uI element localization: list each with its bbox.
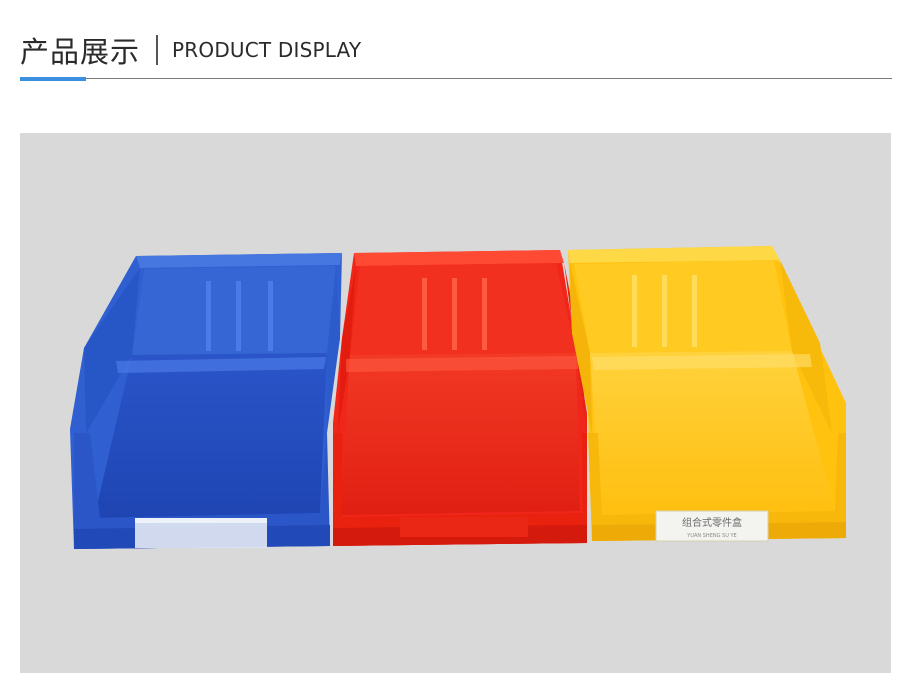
label-card-title: 组合式零件盒 xyxy=(682,516,742,529)
label-card-subtitle: YUAN SHENG SU YE xyxy=(686,533,736,539)
header-accent-bar xyxy=(20,77,86,81)
section-header: 产品展示 PRODUCT DISPLAY xyxy=(20,28,361,72)
bins-illustration: 组合式零件盒 YUAN SHENG SU YE xyxy=(70,246,846,549)
yellow-bin xyxy=(568,246,846,542)
title-divider xyxy=(156,35,159,65)
header-underline xyxy=(20,78,892,79)
product-display-page: 产品展示 PRODUCT DISPLAY 组合式零件盒 YUAN SHENG S… xyxy=(0,0,910,688)
red-bin xyxy=(333,250,587,546)
section-title-en: PRODUCT DISPLAY xyxy=(172,38,362,62)
product-photo: 组合式零件盒 YUAN SHENG SU YE xyxy=(20,133,891,673)
blue-bin xyxy=(70,253,342,549)
section-title-cn: 产品展示 xyxy=(20,35,141,69)
